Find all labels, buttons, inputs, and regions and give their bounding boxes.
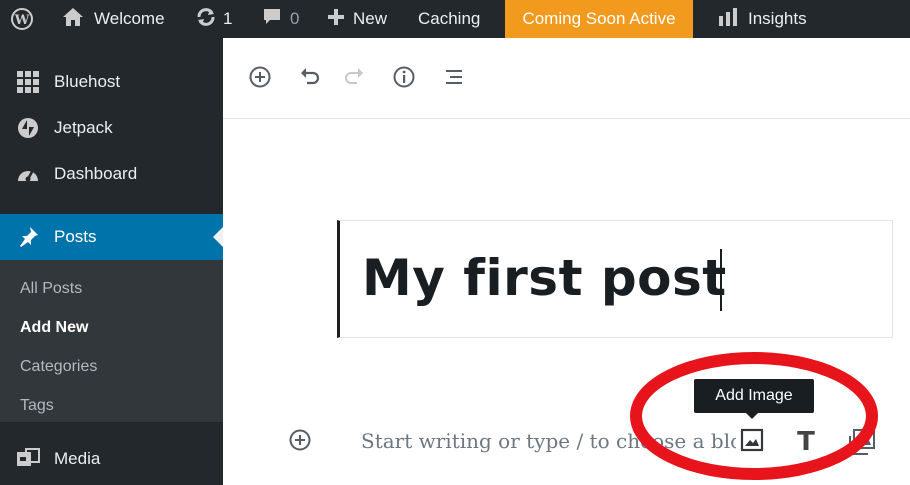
submenu-tags[interactable]: Tags <box>20 397 54 415</box>
comments-link[interactable]: 0 <box>262 0 299 38</box>
wordpress-logo-icon[interactable]: W <box>10 0 40 38</box>
sidebar-item-label: Media <box>54 449 101 468</box>
media-icon <box>16 447 40 471</box>
coming-soon-label: Coming Soon Active <box>522 9 676 28</box>
refresh-icon <box>195 6 217 33</box>
site-name-link[interactable]: Welcome <box>62 0 165 38</box>
add-heading-button[interactable]: T <box>790 426 822 458</box>
jetpack-icon <box>16 116 40 140</box>
caching-label: Caching <box>418 9 481 28</box>
coming-soon-badge[interactable]: Coming Soon Active <box>505 0 693 38</box>
caching-link[interactable]: Caching <box>418 0 480 38</box>
new-content-link[interactable]: New <box>327 0 387 38</box>
dashboard-icon <box>16 162 40 186</box>
submenu-add-new[interactable]: Add New <box>20 319 88 337</box>
add-gallery-button[interactable] <box>848 428 878 458</box>
pin-icon <box>16 225 40 249</box>
sidebar-item-label: Jetpack <box>54 118 113 137</box>
current-menu-arrow <box>213 227 223 247</box>
comment-icon <box>262 7 282 32</box>
insights-label: Insights <box>748 9 807 28</box>
text-caret <box>720 249 722 311</box>
grid-icon <box>16 70 40 94</box>
paragraph-placeholder[interactable]: Start writing or type / to choose a bloc… <box>361 423 781 459</box>
list-icon <box>443 66 465 93</box>
info-icon <box>392 65 416 94</box>
svg-text:W: W <box>14 13 30 28</box>
sidebar-item-label: Bluehost <box>54 72 121 91</box>
undo-icon <box>299 66 321 93</box>
admin-bar: W Welcome 1 0 New Caching Coming Soon Ac… <box>0 0 910 38</box>
sidebar-item-label: Dashboard <box>54 164 138 183</box>
block-navigation-button[interactable] <box>441 66 467 92</box>
add-image-button[interactable] <box>736 426 768 458</box>
add-image-tooltip: Add Image <box>694 379 814 419</box>
editor-toolbar <box>223 38 910 119</box>
undo-button[interactable] <box>297 66 323 92</box>
updates-count: 1 <box>223 9 233 28</box>
post-title[interactable]: My first post <box>362 249 727 307</box>
comments-count: 0 <box>290 9 300 28</box>
image-icon <box>740 428 764 457</box>
sidebar-item-media[interactable]: Media <box>0 436 223 482</box>
gallery-icon <box>848 429 876 460</box>
insights-link[interactable]: Insights <box>718 0 807 38</box>
updates-link[interactable]: 1 <box>195 0 232 38</box>
sidebar-item-label: Posts <box>54 227 97 246</box>
posts-submenu: All Posts Add New Categories Tags <box>0 260 223 422</box>
sidebar-item-jetpack[interactable]: Jetpack <box>0 105 223 151</box>
redo-icon <box>343 66 365 93</box>
plus-icon <box>327 8 345 31</box>
add-circle-icon <box>288 429 312 456</box>
sidebar-item-bluehost[interactable]: Bluehost <box>0 59 223 105</box>
site-name: Welcome <box>94 9 165 28</box>
redo-button[interactable] <box>341 66 367 92</box>
new-label: New <box>353 9 388 28</box>
submenu-categories[interactable]: Categories <box>20 358 97 376</box>
admin-sidebar: Bluehost Jetpack Dashboard Posts All Pos… <box>0 38 223 485</box>
submenu-all-posts[interactable]: All Posts <box>20 280 82 298</box>
inline-block-inserter[interactable] <box>288 428 312 452</box>
content-info-button[interactable] <box>391 66 417 92</box>
post-title-block[interactable]: My first post <box>337 220 893 338</box>
sidebar-item-dashboard[interactable]: Dashboard <box>0 151 223 197</box>
sidebar-item-posts[interactable]: Posts <box>0 214 223 260</box>
add-circle-icon <box>248 65 272 94</box>
home-icon <box>62 7 84 32</box>
block-inserter-button[interactable] <box>247 66 273 92</box>
bar-chart-icon <box>718 7 738 31</box>
